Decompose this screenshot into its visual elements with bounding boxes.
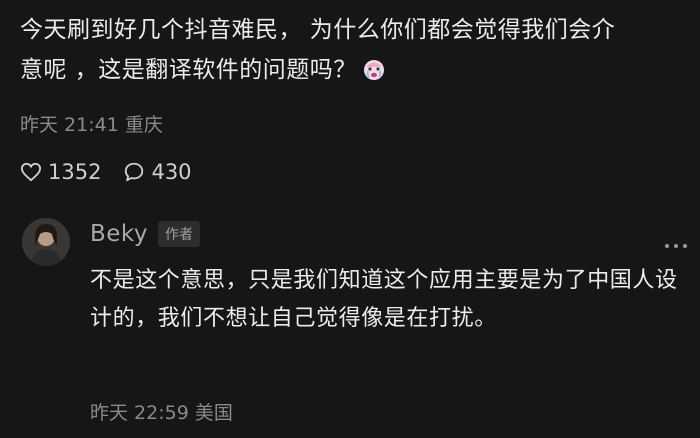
reply-text: 不是这个意思，只是我们知道这个应用主要是为了中国人设计的，我们不想让自己觉得像是… [90,268,678,331]
more-options-button[interactable] [664,236,688,248]
comment-meta: 昨天 21:41 重庆 [20,110,163,137]
speech-bubble-icon [125,162,144,182]
crying-face-emoji-icon [361,55,387,81]
reply-button[interactable]: 430 [123,160,192,184]
reply-author-row: Beky 作者 [90,221,201,247]
like-count: 1352 [48,160,102,184]
comment-time: 昨天 21:41 [20,114,119,136]
like-button[interactable]: 1352 [20,160,101,184]
author-name[interactable]: Beky [90,221,148,247]
reply-count: 430 [151,160,192,184]
more-dots-icon [665,244,687,248]
author-badge: 作者 [158,221,201,247]
comment-actions: 1352 430 [20,154,214,190]
comment-text: 今天刷到好几个抖音难民， 为什么你们都会觉得我们会介意呢 ，这是翻译软件的问题吗… [20,10,620,90]
comment-thread: 今天刷到好几个抖音难民， 为什么你们都会觉得我们会介意呢 ，这是翻译软件的问题吗… [0,0,700,438]
author-avatar[interactable] [22,218,70,266]
comment-location: 重庆 [124,114,163,136]
reply-time: 昨天 22:59 [90,402,189,424]
comment-text-content: 今天刷到好几个抖音难民， 为什么你们都会觉得我们会介意呢 ，这是翻译软件的问题吗… [20,17,616,83]
heart-icon [20,162,42,182]
reply-meta: 昨天 22:59 美国 [90,398,233,425]
reply-location: 美国 [194,402,233,424]
